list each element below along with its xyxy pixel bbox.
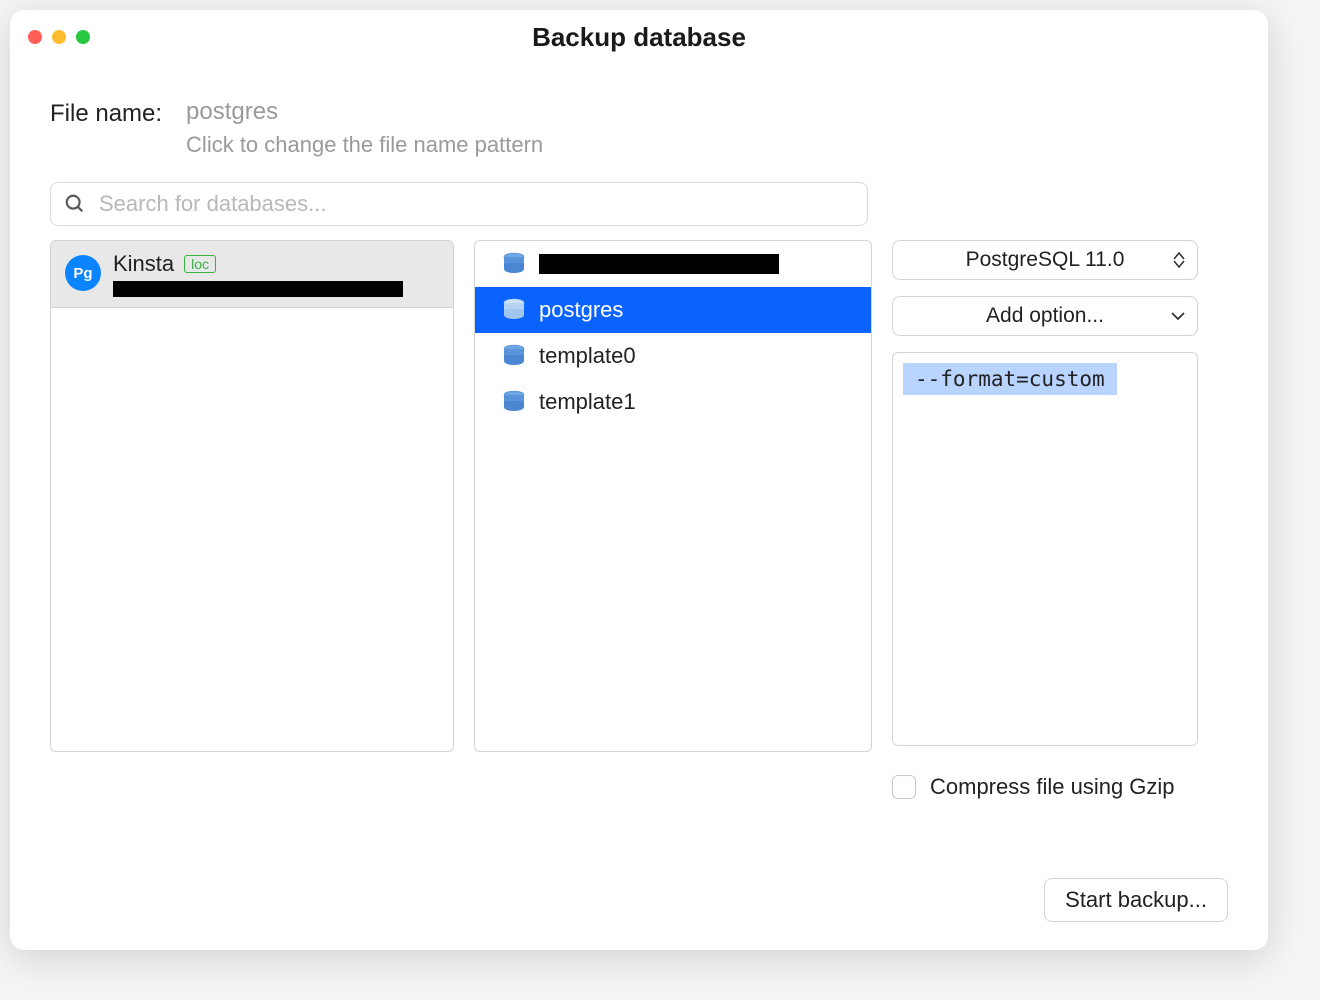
start-backup-button[interactable]: Start backup... xyxy=(1044,878,1228,922)
connection-name: Kinsta xyxy=(113,251,174,277)
add-option-label: Add option... xyxy=(986,304,1104,328)
database-item[interactable]: template1 xyxy=(475,379,871,425)
database-icon xyxy=(501,251,527,277)
gzip-checkbox[interactable] xyxy=(892,775,916,799)
version-select-label: PostgreSQL 11.0 xyxy=(966,248,1125,272)
chevron-down-icon xyxy=(1171,311,1185,321)
footer: Start backup... xyxy=(10,854,1268,950)
database-icon xyxy=(501,343,527,369)
connection-item[interactable]: Pg Kinsta loc xyxy=(51,241,453,308)
version-select[interactable]: PostgreSQL 11.0 xyxy=(892,240,1198,280)
database-name-redacted xyxy=(539,254,779,274)
connection-subtitle-redacted xyxy=(113,281,403,297)
file-name-value[interactable]: postgres xyxy=(186,98,543,126)
content-area: File name: postgres Click to change the … xyxy=(10,64,1268,854)
connections-panel: Pg Kinsta loc xyxy=(50,240,454,752)
file-name-row: File name: postgres Click to change the … xyxy=(50,98,1228,158)
databases-panel: postgres template0 template1 xyxy=(474,240,872,752)
window-title: Backup database xyxy=(10,22,1268,53)
updown-caret-icon xyxy=(1173,252,1185,268)
file-name-hint: Click to change the file name pattern xyxy=(186,132,543,158)
search-icon xyxy=(64,193,86,215)
gzip-row: Compress file using Gzip xyxy=(892,774,1228,800)
zoom-window-button[interactable] xyxy=(76,30,90,44)
database-item[interactable]: postgres xyxy=(475,287,871,333)
database-name: template0 xyxy=(539,343,636,369)
option-tag[interactable]: --format=custom xyxy=(903,363,1117,395)
database-icon xyxy=(501,389,527,415)
postgres-badge-icon: Pg xyxy=(65,255,101,291)
main-row: Pg Kinsta loc postgres xyxy=(50,240,1228,854)
dialog-window: Backup database File name: postgres Clic… xyxy=(10,10,1268,950)
file-name-label: File name: xyxy=(50,98,162,128)
database-item[interactable]: template0 xyxy=(475,333,871,379)
gzip-label: Compress file using Gzip xyxy=(930,774,1175,800)
location-badge: loc xyxy=(184,255,216,273)
database-name: template1 xyxy=(539,389,636,415)
search-wrapper xyxy=(50,182,868,226)
database-item[interactable] xyxy=(475,241,871,287)
options-panel: --format=custom xyxy=(892,352,1198,746)
traffic-lights xyxy=(28,30,90,44)
close-window-button[interactable] xyxy=(28,30,42,44)
titlebar: Backup database xyxy=(10,10,1268,64)
database-icon xyxy=(501,297,527,323)
search-input[interactable] xyxy=(50,182,868,226)
minimize-window-button[interactable] xyxy=(52,30,66,44)
database-name: postgres xyxy=(539,297,623,323)
right-column: PostgreSQL 11.0 Add option... --format=c… xyxy=(892,240,1228,854)
add-option-select[interactable]: Add option... xyxy=(892,296,1198,336)
